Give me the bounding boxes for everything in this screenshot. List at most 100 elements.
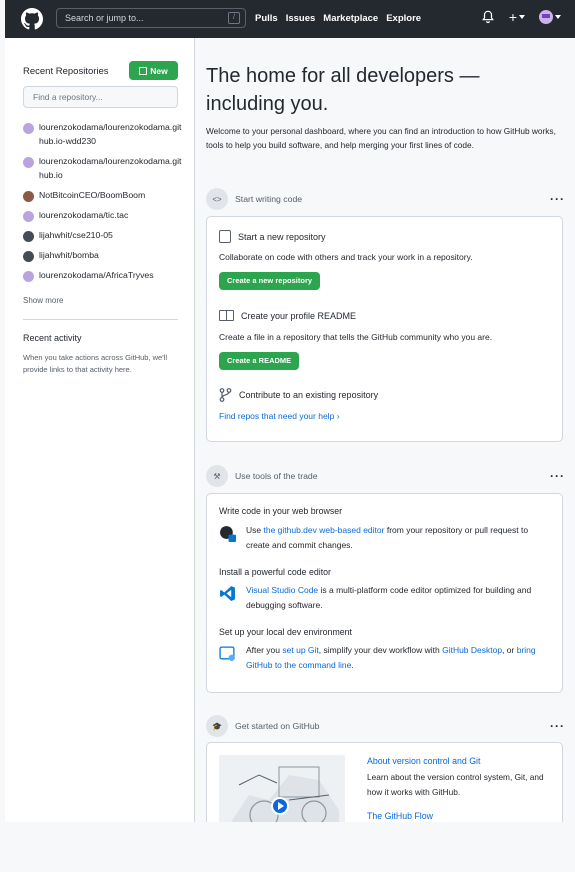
repo-item[interactable]: lourenzokodama/lourenzokodama.github.io [23,154,183,182]
new-repo-row: Start a new repository [219,230,326,243]
set-up-git-link[interactable]: set up Git [282,645,318,655]
nav-pulls[interactable]: Pulls [255,13,278,24]
dashboard-main: The home for all developers — including … [195,38,575,822]
chevron-down-icon [519,15,525,19]
start-writing-section-header: <> Start writing code [206,188,302,210]
code-editor-title: Install a powerful code editor [219,567,331,577]
get-started-card: About version control and Git Learn abou… [206,742,563,822]
nav-marketplace[interactable]: Marketplace [323,13,378,24]
book-icon [219,310,234,321]
intro-text: Welcome to your personal dashboard, wher… [206,126,556,150]
tools-card: Write code in your web browser Use the g… [206,493,563,693]
code-editor-row: Visual Studio Code is a multi-platform c… [219,583,549,613]
repo-name[interactable]: lourenzokodama/AfricaTryves [39,268,154,282]
new-button-label: New [150,65,168,76]
text: , simplify your dev workflow with [318,645,443,655]
show-more-link[interactable]: Show more [23,296,63,305]
vscode-link[interactable]: Visual Studio Code [246,585,318,595]
repo-name[interactable]: lourenzokodama/lourenzokodama.github.io [39,154,183,182]
tools-section-header: ⚒ Use tools of the trade [206,465,318,487]
play-icon[interactable] [271,797,289,815]
create-repository-button[interactable]: Create a new repository [219,272,321,290]
repo-item[interactable]: lourenzokodama/AfricaTryves [23,268,183,282]
web-editor-row: Use the github.dev web-based editor from… [219,523,549,553]
github-dev-icon [220,526,236,542]
terminal-icon [219,646,235,661]
kebab-menu-icon[interactable]: ··· [550,719,565,733]
find-repos-link[interactable]: Find repos that need your help › [219,411,340,421]
github-dev-link[interactable]: the github.dev web-based editor [263,525,384,535]
github-flow-link[interactable]: The GitHub Flow [367,811,433,821]
readme-row: Create your profile README [219,310,356,321]
mortar-board-icon: 🎓 [206,715,228,737]
create-new-dropdown[interactable]: + [509,10,525,24]
find-repos-link-text[interactable]: Find repos that need your help [219,411,334,421]
owner-avatar [23,211,34,222]
page-title: The home for all developers — including … [206,65,480,115]
version-control-link[interactable]: About version control and Git [367,756,480,766]
local-env-text: After you set up Git, simplify your dev … [246,643,549,673]
get-started-section-header: 🎓 Get started on GitHub [206,715,320,737]
start-writing-card: Start a new repository Collaborate on co… [206,216,563,442]
repo-name[interactable]: lourenzokodama/tic.tac [39,208,128,222]
search-placeholder: Search or jump to... [65,13,144,23]
search-shortcut-key: / [228,12,240,24]
new-repo-desc: Collaborate on code with others and trac… [219,252,473,262]
repo-name[interactable]: lourenzokodama/lourenzokodama.github.io-… [39,120,183,148]
top-header: Search or jump to... / Pulls Issues Mark… [5,0,575,38]
avatar [539,10,553,24]
recent-repo-list: lourenzokodama/lourenzokodama.github.io-… [23,120,183,288]
text: . [351,660,354,670]
text: After you [246,645,283,655]
readme-title: Create your profile README [241,310,357,321]
header-actions: + [481,10,561,24]
new-repository-button[interactable]: New [129,61,178,80]
repo-icon [219,230,231,243]
chevron-down-icon [555,15,561,19]
recent-repositories-title: Recent Repositories [23,66,109,77]
github-desktop-link[interactable]: GitHub Desktop [442,645,502,655]
chevron-right-icon: › [336,411,340,421]
recent-activity-title: Recent activity [23,333,82,343]
github-logo-icon[interactable] [21,8,43,30]
tools-icon: ⚒ [206,465,228,487]
plus-icon: + [508,9,517,25]
repo-name[interactable]: lijahwhit/bomba [39,248,99,262]
vscode-icon [220,586,235,601]
contribute-row: Contribute to an existing repository [219,388,378,402]
find-repository-input[interactable]: Find a repository... [23,86,178,108]
nav-issues[interactable]: Issues [286,13,316,24]
repo-name[interactable]: NotBitcoinCEO/BoomBoom [39,188,145,202]
repo-name[interactable]: lijahwhit/cse210-05 [39,228,113,242]
text: , or [502,645,517,655]
owner-avatar [23,123,34,134]
video-thumbnail[interactable] [219,755,345,822]
sidebar: Recent Repositories New Find a repositor… [5,38,195,822]
kebab-menu-icon[interactable]: ··· [550,469,565,483]
repo-item[interactable]: lijahwhit/bomba [23,248,183,262]
repo-item[interactable]: lijahwhit/cse210-05 [23,228,183,242]
divider [23,319,178,320]
notifications-bell-icon[interactable] [481,10,495,24]
web-editor-title: Write code in your web browser [219,506,343,516]
repo-item[interactable]: NotBitcoinCEO/BoomBoom [23,188,183,202]
user-menu-dropdown[interactable] [539,10,561,24]
section-title: Get started on GitHub [235,721,320,731]
owner-avatar [23,157,34,168]
code-editor-text: Visual Studio Code is a multi-platform c… [246,583,549,613]
git-pull-request-icon [219,388,232,402]
code-icon: <> [206,188,228,210]
readme-desc: Create a file in a repository that tells… [219,332,493,342]
nav-explore[interactable]: Explore [386,13,421,24]
section-title: Start writing code [235,194,303,204]
owner-avatar [23,231,34,242]
create-readme-button[interactable]: Create a README [219,352,300,370]
global-nav: Pulls Issues Marketplace Explore [255,13,421,24]
version-control-desc: Learn about the version control system, … [367,772,544,797]
repo-item[interactable]: lourenzokodama/tic.tac [23,208,183,222]
owner-avatar [23,191,34,202]
kebab-menu-icon[interactable]: ··· [550,192,565,206]
repo-item[interactable]: lourenzokodama/lourenzokodama.github.io-… [23,120,183,148]
text: Use [246,525,264,535]
search-input[interactable]: Search or jump to... / [56,8,246,28]
